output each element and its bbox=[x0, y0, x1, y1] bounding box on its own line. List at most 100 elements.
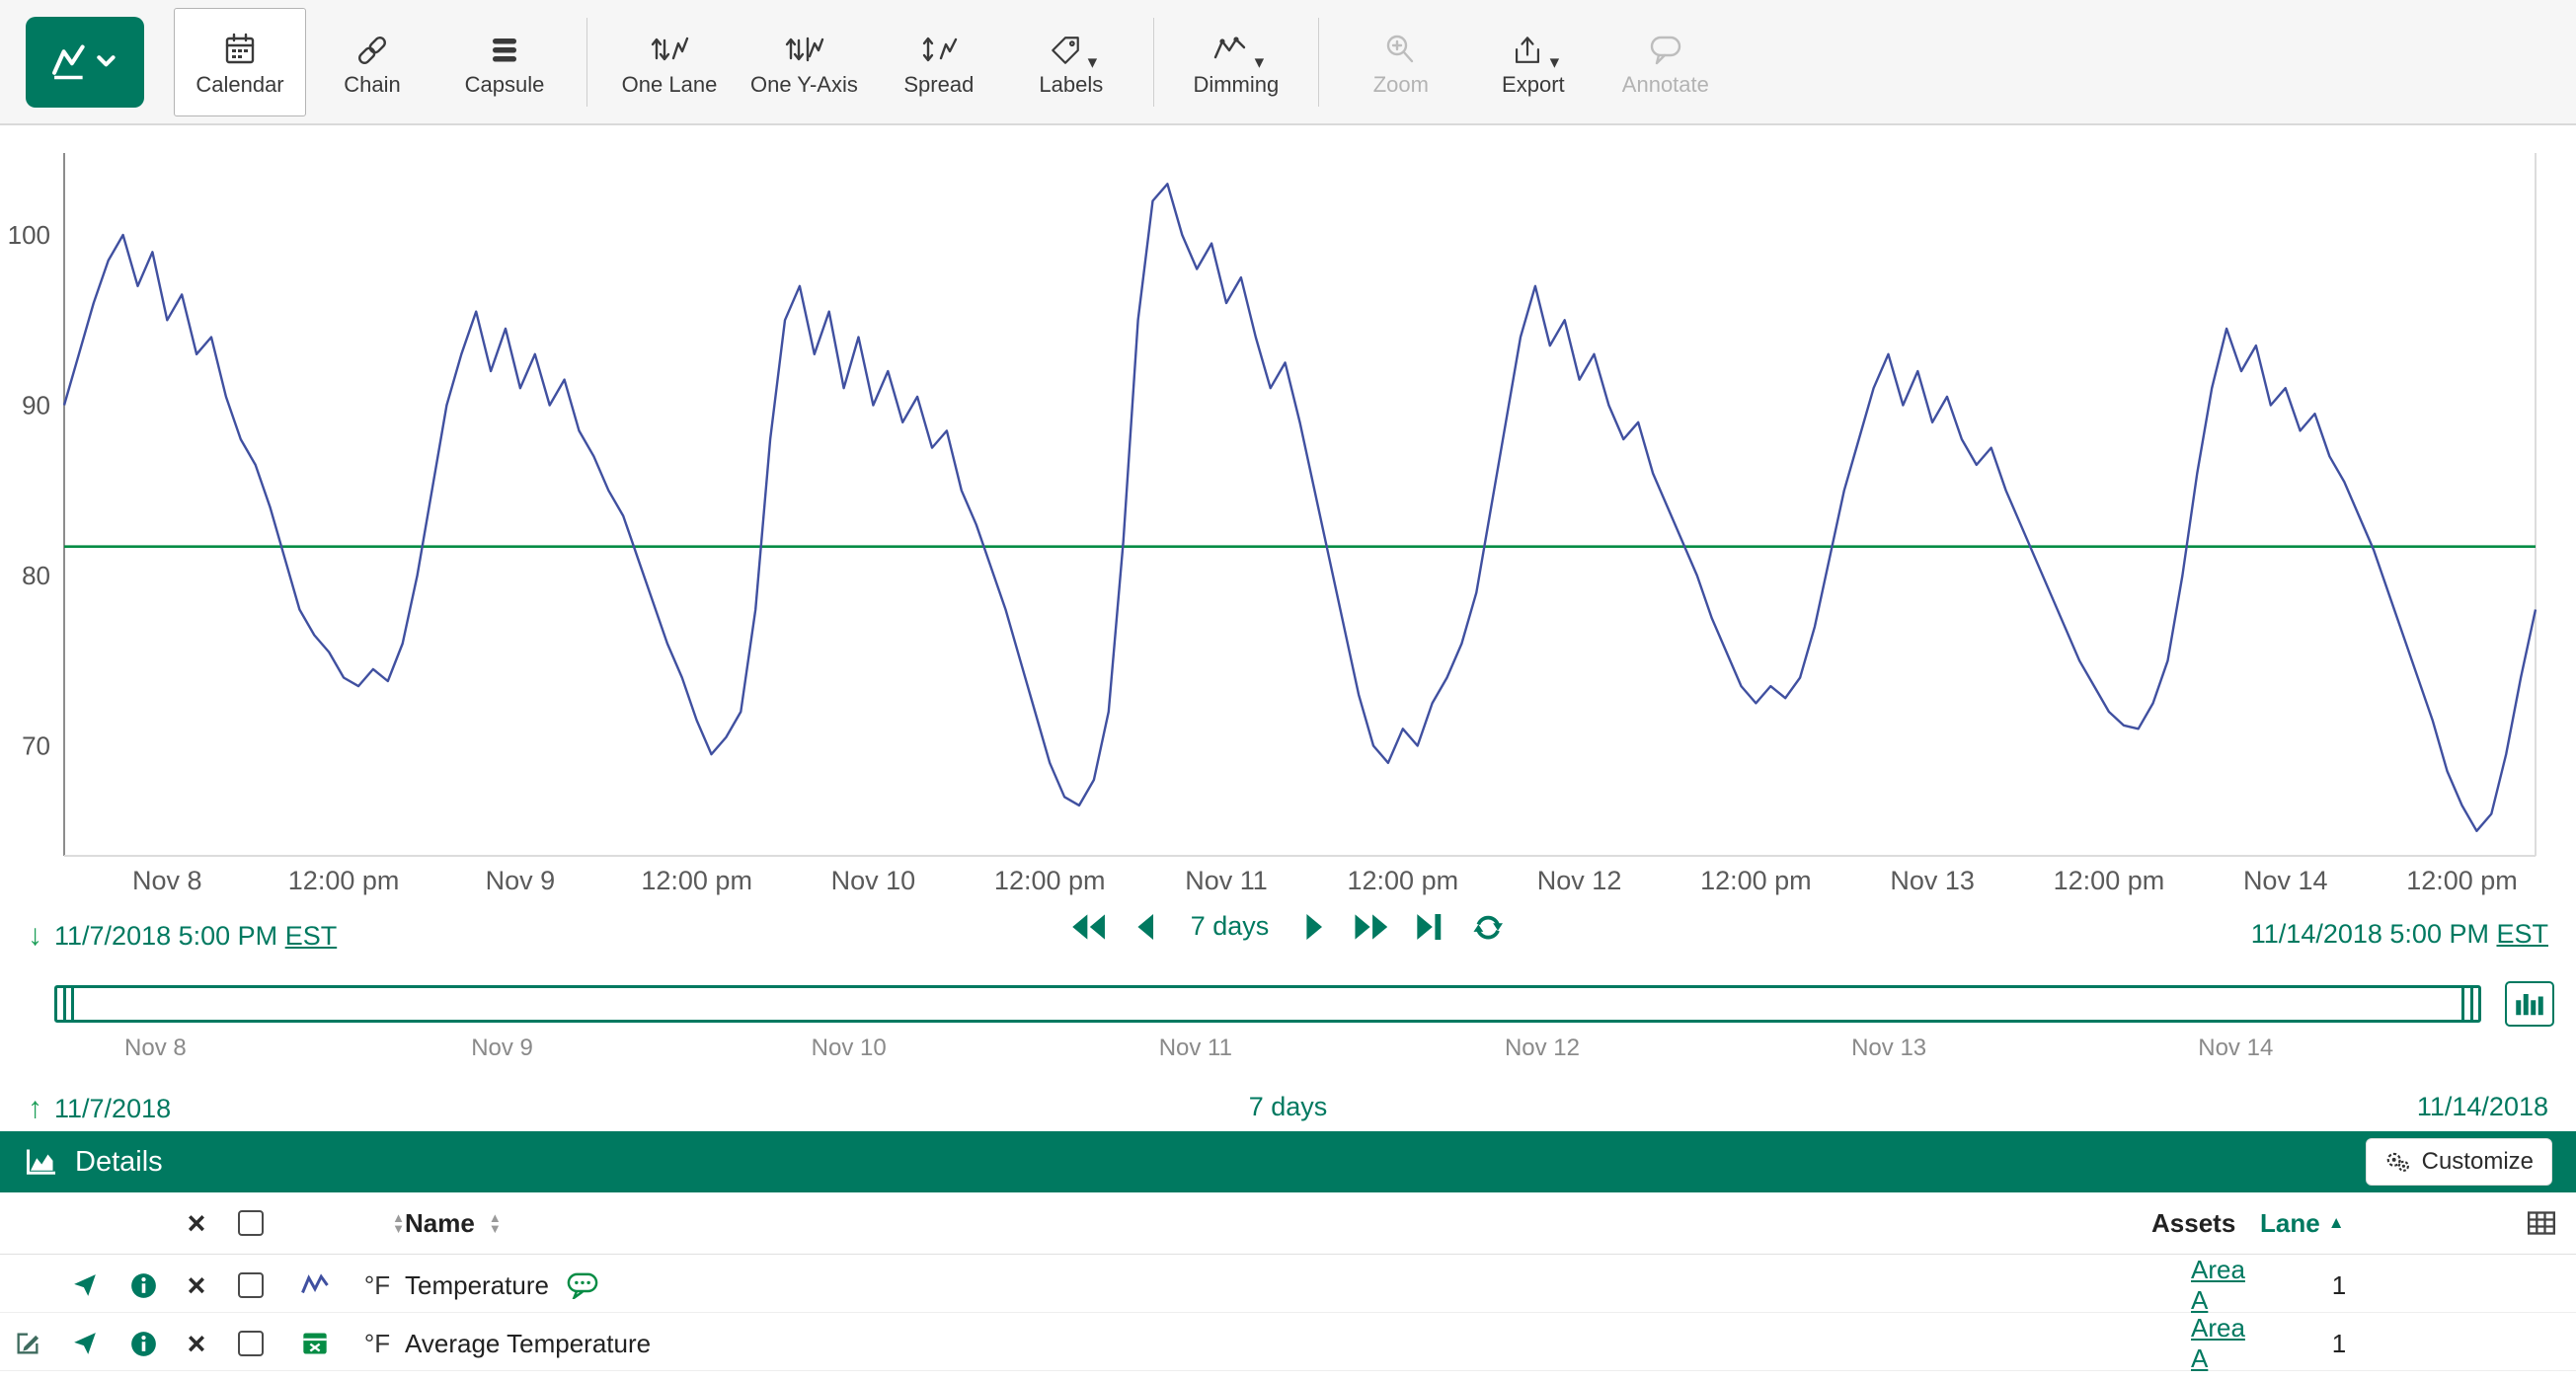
x-tick-label: 12:00 pm bbox=[288, 866, 400, 895]
start-datetime: 11/7/2018 5:00 PM bbox=[54, 921, 277, 951]
spread-button[interactable]: Spread bbox=[873, 8, 1005, 116]
comment-button[interactable] bbox=[567, 1272, 598, 1299]
chevron-down-icon bbox=[99, 57, 113, 64]
send-icon bbox=[71, 1331, 99, 1356]
investigate-range-start[interactable]: ↑ 11/7/2018 bbox=[28, 1092, 171, 1125]
pin-signal-button[interactable] bbox=[55, 1255, 115, 1316]
view-selector-button[interactable] bbox=[26, 17, 144, 108]
remove-all-button[interactable]: × bbox=[188, 1207, 206, 1239]
temperature-series[interactable] bbox=[64, 184, 2536, 831]
display-range-end[interactable]: 11/14/2018 5:00 PM EST bbox=[2251, 919, 2548, 950]
toolbar-divider bbox=[1318, 18, 1319, 107]
start-timezone: EST bbox=[285, 921, 338, 951]
button-label: Chain bbox=[344, 72, 400, 98]
one-y-axis-button[interactable]: One Y-Axis bbox=[736, 8, 873, 116]
y-tick-label: 70 bbox=[22, 731, 50, 761]
button-label: Dimming bbox=[1193, 72, 1279, 98]
toolbar-divider bbox=[586, 18, 587, 107]
step-back-half-button[interactable] bbox=[1135, 914, 1155, 940]
one-y-axis-icon bbox=[781, 31, 826, 70]
labels-button[interactable]: ▾ Labels bbox=[1005, 8, 1137, 116]
caret-down-icon: ▾ bbox=[1255, 56, 1265, 70]
dimming-button[interactable]: ▾ Dimming bbox=[1170, 8, 1302, 116]
info-icon bbox=[130, 1272, 157, 1299]
investigate-start-date: 11/7/2018 bbox=[54, 1094, 171, 1124]
pin-signal-button[interactable] bbox=[55, 1313, 115, 1374]
item-info-button[interactable] bbox=[115, 1255, 172, 1316]
assets-column-header: Assets bbox=[2151, 1208, 2235, 1239]
lane-column-header[interactable]: Lane▲ bbox=[2260, 1192, 2418, 1254]
edit-icon bbox=[14, 1330, 41, 1357]
button-label: Labels bbox=[1039, 72, 1103, 98]
seeq-trend-view: Calendar Chain Capsule One Lane bbox=[0, 0, 2576, 1381]
investigate-range-bar: ↑ 11/7/2018 7 days 11/14/2018 bbox=[0, 1084, 2576, 1131]
asset-link[interactable]: Area A bbox=[2191, 1255, 2260, 1316]
labels-tag-icon bbox=[1046, 31, 1085, 70]
button-label: One Lane bbox=[622, 72, 718, 98]
customize-button[interactable]: Customize bbox=[2366, 1138, 2552, 1186]
button-label: Export bbox=[1502, 72, 1565, 98]
scrubber-bar[interactable] bbox=[54, 985, 2481, 1023]
sort-type-button[interactable]: ▲▼ bbox=[392, 1212, 405, 1234]
toolbar-divider bbox=[1153, 18, 1154, 107]
item-name: Average Temperature bbox=[405, 1329, 651, 1359]
sort-asc-icon: ▲ bbox=[2328, 1213, 2345, 1233]
name-column-header: Name bbox=[405, 1208, 475, 1239]
histogram-toggle-button[interactable] bbox=[2505, 981, 2554, 1027]
investigate-duration[interactable]: 7 days bbox=[1249, 1092, 1328, 1122]
item-info-button[interactable] bbox=[115, 1313, 172, 1374]
remove-item-button[interactable]: × bbox=[188, 1328, 206, 1359]
details-panel: Details Customize × ▲▼ bbox=[0, 1131, 2576, 1381]
one-lane-button[interactable]: One Lane bbox=[603, 8, 736, 116]
export-button[interactable]: ▾ Export bbox=[1467, 8, 1600, 116]
scrubber-tick-label: Nov 9 bbox=[471, 1035, 533, 1062]
x-tick-label: Nov 8 bbox=[132, 866, 202, 895]
annotate-button: Annotate bbox=[1600, 8, 1732, 116]
chain-mode-button[interactable]: Chain bbox=[306, 8, 438, 116]
info-icon bbox=[130, 1331, 157, 1357]
sort-name-button[interactable]: ▲▼ bbox=[489, 1212, 502, 1234]
scrubber-right-handle[interactable] bbox=[2461, 985, 2481, 1023]
calendar-mode-button[interactable]: Calendar bbox=[174, 8, 306, 116]
arrow-down-icon: ↓ bbox=[28, 919, 42, 953]
step-forward-full-button[interactable] bbox=[1354, 914, 1387, 940]
area-chart-icon bbox=[24, 1147, 57, 1177]
col-edit bbox=[0, 1192, 55, 1254]
details-table-header: × ▲▼ Name ▲▼ Assets Lane▲ bbox=[0, 1192, 2576, 1255]
x-tick-label: Nov 12 bbox=[1537, 866, 1622, 895]
lane-value: 1 bbox=[2332, 1270, 2346, 1301]
scrubber-tick-label: Nov 11 bbox=[1159, 1035, 1232, 1062]
investigate-end-date[interactable]: 11/14/2018 bbox=[2417, 1092, 2548, 1122]
scrubber-tick-label: Nov 14 bbox=[2198, 1035, 2273, 1062]
end-datetime: 11/14/2018 5:00 PM bbox=[2251, 919, 2489, 949]
select-all-checkbox[interactable] bbox=[238, 1210, 264, 1236]
step-forward-half-button[interactable] bbox=[1304, 914, 1324, 940]
select-item-checkbox[interactable] bbox=[238, 1331, 264, 1356]
customize-label: Customize bbox=[2422, 1148, 2534, 1176]
scrubber-tick-label: Nov 13 bbox=[1851, 1035, 1926, 1062]
auto-update-button[interactable] bbox=[1472, 912, 1504, 942]
metric-type-icon bbox=[280, 1313, 350, 1374]
remove-item-button[interactable]: × bbox=[188, 1269, 206, 1301]
scrubber-tick-label: Nov 10 bbox=[812, 1035, 887, 1062]
edit-item-button[interactable] bbox=[0, 1313, 55, 1374]
forward-icon bbox=[1304, 914, 1324, 940]
step-back-full-button[interactable] bbox=[1072, 914, 1106, 940]
gears-icon bbox=[2384, 1150, 2412, 1174]
capsule-mode-button[interactable]: Capsule bbox=[438, 8, 571, 116]
select-item-checkbox[interactable] bbox=[238, 1272, 264, 1298]
trend-chart-svg[interactable]: 708090100Nov 812:00 pmNov 912:00 pmNov 1… bbox=[0, 127, 2576, 895]
fast-rewind-icon bbox=[1072, 914, 1106, 940]
asset-link[interactable]: Area A bbox=[2191, 1313, 2260, 1374]
rewind-icon bbox=[1135, 914, 1155, 940]
display-range-start[interactable]: ↓ 11/7/2018 5:00 PM EST bbox=[28, 919, 337, 953]
send-icon bbox=[71, 1272, 99, 1298]
add-column-button[interactable] bbox=[2507, 1192, 2576, 1254]
x-tick-label: Nov 9 bbox=[486, 866, 556, 895]
go-to-now-button[interactable] bbox=[1417, 914, 1443, 940]
duration-label[interactable]: 7 days bbox=[1191, 911, 1270, 942]
scrubber-left-handle[interactable] bbox=[54, 985, 74, 1023]
trend-view-icon bbox=[46, 38, 123, 87]
trend-chart-area[interactable]: 708090100Nov 812:00 pmNov 912:00 pmNov 1… bbox=[0, 127, 2576, 895]
end-timezone: EST bbox=[2496, 919, 2548, 949]
